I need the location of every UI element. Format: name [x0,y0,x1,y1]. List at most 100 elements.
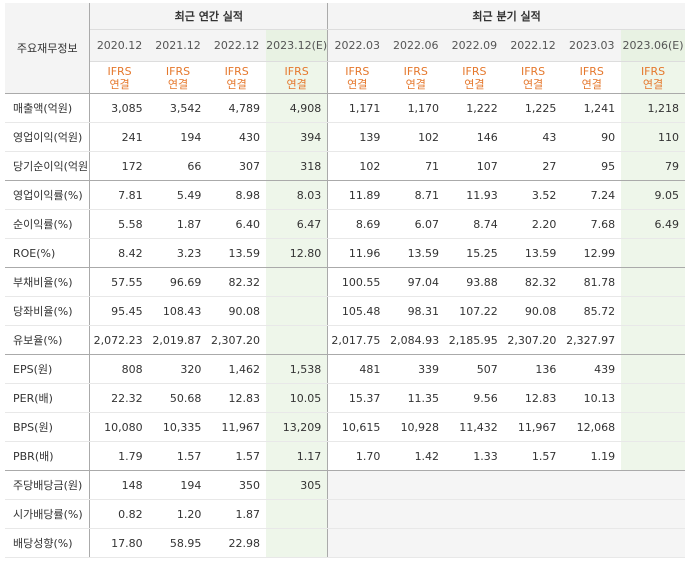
annual-value-cell: 1.20 [148,499,208,529]
quarterly-value-cell: 90.08 [503,296,563,326]
annual-value-cell: 1.79 [89,441,149,471]
row-label: 영업이익률(%) [5,180,91,210]
accounting-standard-header: IFRS 연결 [503,61,563,94]
row-label: 매출액(억원) [5,93,91,123]
accounting-standard-label: IFRS [640,64,666,78]
quarterly-value-cell: 139 [327,122,387,152]
quarterly-value-cell: 71 [386,151,446,181]
accounting-standard-label: IFRS [284,64,309,78]
annual-value-cell: 1.87 [148,209,208,239]
quarterly-value-cell: 1.19 [562,441,622,471]
quarterly-value-cell [327,470,387,500]
accounting-standard-header: IFRS 연결 [327,61,387,94]
accounting-standard-label: IFRS [579,64,604,78]
quarterly-value-cell: 79 [621,151,685,181]
quarterly-value-cell: 6.07 [386,209,446,239]
annual-value-cell: 148 [89,470,149,500]
accounting-standard-label: IFRS [107,64,132,78]
annual-value-cell: 22.32 [89,383,149,413]
table-row: EPS(원) 808 320 1,462 1,538 481 339 507 136 439 [5,354,685,384]
annual-value-cell: 13.59 [207,238,266,268]
quarterly-value-cell: 43 [503,122,563,152]
quarterly-value-cell [503,470,563,500]
row-label: ROE(%) [5,238,91,268]
quarterly-value-cell [621,383,685,413]
quarterly-value-cell: 2,307.20 [503,325,563,355]
annual-value-cell: 66 [148,151,208,181]
annual-value-cell: 350 [207,470,266,500]
quarterly-value-cell: 1,218 [621,93,685,123]
annual-value-cell: 1.17 [266,441,329,471]
quarterly-value-cell: 1.70 [327,441,387,471]
annual-value-cell: 5.58 [89,209,149,239]
accounting-standard-header: IFRS 연결 [445,61,504,94]
annual-value-cell: 82.32 [207,267,266,297]
financial-table: 주요재무정보 최근 연간 실적 최근 분기 실적 2020.12 2021.12 2… [5,3,685,558]
annual-value-cell: 8.98 [207,180,266,210]
quarterly-value-cell [621,267,685,297]
annual-value-cell: 3.23 [148,238,208,268]
table-row: 영업이익률(%) 7.81 5.49 8.98 8.03 11.89 8.71 11.93 3.… [5,180,685,210]
row-label: EPS(원) [5,354,91,384]
quarterly-value-cell [621,238,685,268]
quarterly-value-cell: 97.04 [386,267,446,297]
annual-value-cell: 2,019.87 [148,325,208,355]
quarterly-value-cell [445,528,504,558]
annual-value-cell: 430 [207,122,266,152]
row-label: BPS(원) [5,412,91,442]
annual-value-cell: 4,908 [266,93,329,123]
annual-value-cell: 1.87 [207,499,266,529]
annual-value-cell: 0.82 [89,499,149,529]
quarterly-value-cell [621,325,685,355]
annual-value-cell: 58.95 [148,528,208,558]
annual-value-cell: 172 [89,151,149,181]
quarterly-value-cell: 1.42 [386,441,446,471]
quarterly-value-cell: 7.68 [562,209,622,239]
quarterly-value-cell: 11.93 [445,180,504,210]
period-header-quarterly: 2022.06 [386,29,446,62]
table-row: 부채비율(%) 57.55 96.69 82.32 100.55 97.04 93.88 82… [5,267,685,297]
quarterly-value-cell [562,499,622,529]
row-label: 영업이익(억원) [5,122,91,152]
consolidation-label: 연결 [642,77,664,91]
annual-value-cell: 108.43 [148,296,208,326]
annual-value-cell: 1.57 [207,441,266,471]
annual-value-cell: 8.42 [89,238,149,268]
annual-value-cell: 194 [148,122,208,152]
quarterly-value-cell: 9.05 [621,180,685,210]
annual-value-cell: 10,080 [89,412,149,442]
annual-value-cell: 241 [89,122,149,152]
accounting-standard-label: IFRS [403,64,428,78]
annual-value-cell: 13,209 [266,412,329,442]
quarterly-value-cell: 9.56 [445,383,504,413]
quarterly-value-cell: 107.22 [445,296,504,326]
quarterly-value-cell: 11,432 [445,412,504,442]
consolidation-label: 연결 [226,77,247,91]
quarterly-value-cell: 13.59 [503,238,563,268]
quarterly-value-cell: 10,615 [327,412,387,442]
quarterly-value-cell: 11.35 [386,383,446,413]
accounting-standard-label: IFRS [224,64,249,78]
quarterly-value-cell: 3.52 [503,180,563,210]
consolidation-label: 연결 [109,77,130,91]
annual-value-cell: 6.40 [207,209,266,239]
accounting-standard-header: IFRS 연결 [148,61,208,94]
quarterly-value-cell [503,499,563,529]
annual-value-cell: 1,462 [207,354,266,384]
quarterly-value-cell [386,470,446,500]
row-label: PER(배) [5,383,91,413]
quarterly-value-cell: 102 [327,151,387,181]
quarterly-value-cell: 339 [386,354,446,384]
quarterly-value-cell: 12.99 [562,238,622,268]
row-label: 부채비율(%) [5,267,91,297]
quarterly-value-cell [327,528,387,558]
annual-value-cell: 10,335 [148,412,208,442]
quarterly-value-cell: 11,967 [503,412,563,442]
quarterly-value-cell: 12,068 [562,412,622,442]
quarterly-value-cell: 146 [445,122,504,152]
quarterly-value-cell: 11.89 [327,180,387,210]
accounting-standard-header: IFRS 연결 [386,61,446,94]
quarterly-value-cell: 8.69 [327,209,387,239]
annual-value-cell: 10.05 [266,383,329,413]
quarterly-value-cell: 12.83 [503,383,563,413]
